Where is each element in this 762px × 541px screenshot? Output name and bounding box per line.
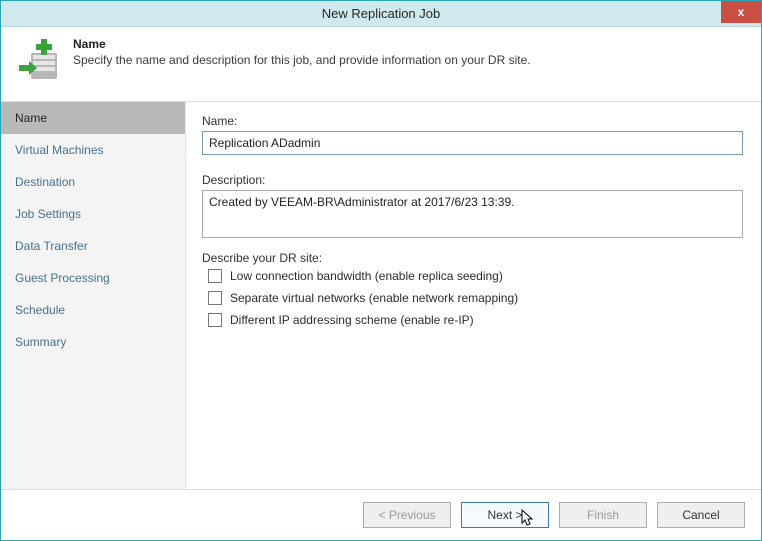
close-icon: x: [738, 5, 745, 19]
sidebar-step-job-settings[interactable]: Job Settings: [1, 198, 185, 230]
option-separate-networks[interactable]: Separate virtual networks (enable networ…: [208, 291, 743, 305]
header-text: Name Specify the name and description fo…: [73, 37, 531, 67]
wizard-window: New Replication Job x Name Specify the n…: [0, 0, 762, 541]
next-button-label: Next >: [487, 508, 522, 522]
sidebar-step-data-transfer[interactable]: Data Transfer: [1, 230, 185, 262]
sidebar-step-destination[interactable]: Destination: [1, 166, 185, 198]
name-input[interactable]: [202, 131, 743, 155]
header-subtitle: Specify the name and description for thi…: [73, 53, 531, 67]
replication-job-icon: [15, 37, 61, 83]
option-label: Separate virtual networks (enable networ…: [230, 291, 518, 305]
finish-button[interactable]: Finish: [559, 502, 647, 528]
name-label: Name:: [202, 114, 743, 128]
window-title: New Replication Job: [322, 6, 441, 21]
sidebar-step-virtual-machines[interactable]: Virtual Machines: [1, 134, 185, 166]
next-button[interactable]: Next >: [461, 502, 549, 528]
checkbox-icon[interactable]: [208, 313, 222, 327]
option-label: Different IP addressing scheme (enable r…: [230, 313, 474, 327]
sidebar-step-summary[interactable]: Summary: [1, 326, 185, 358]
checkbox-icon[interactable]: [208, 269, 222, 283]
option-different-ip[interactable]: Different IP addressing scheme (enable r…: [208, 313, 743, 327]
checkbox-icon[interactable]: [208, 291, 222, 305]
option-low-bandwidth[interactable]: Low connection bandwidth (enable replica…: [208, 269, 743, 283]
wizard-content: Name: Description: Created by VEEAM-BR\A…: [186, 102, 761, 489]
header-title: Name: [73, 37, 531, 51]
sidebar-step-guest-processing[interactable]: Guest Processing: [1, 262, 185, 294]
wizard-sidebar: Name Virtual Machines Destination Job Se…: [1, 102, 186, 489]
option-label: Low connection bandwidth (enable replica…: [230, 269, 503, 283]
wizard-body: Name Virtual Machines Destination Job Se…: [1, 102, 761, 489]
sidebar-step-name[interactable]: Name: [1, 102, 185, 134]
close-button[interactable]: x: [721, 1, 761, 23]
wizard-footer: < Previous Next > Finish Cancel: [1, 489, 761, 540]
wizard-header: Name Specify the name and description fo…: [1, 27, 761, 102]
dr-site-label: Describe your DR site:: [202, 251, 743, 265]
cursor-icon: [521, 509, 535, 527]
sidebar-step-schedule[interactable]: Schedule: [1, 294, 185, 326]
description-label: Description:: [202, 173, 743, 187]
description-input[interactable]: Created by VEEAM-BR\Administrator at 201…: [202, 190, 743, 238]
titlebar: New Replication Job x: [1, 1, 761, 27]
previous-button[interactable]: < Previous: [363, 502, 451, 528]
cancel-button[interactable]: Cancel: [657, 502, 745, 528]
